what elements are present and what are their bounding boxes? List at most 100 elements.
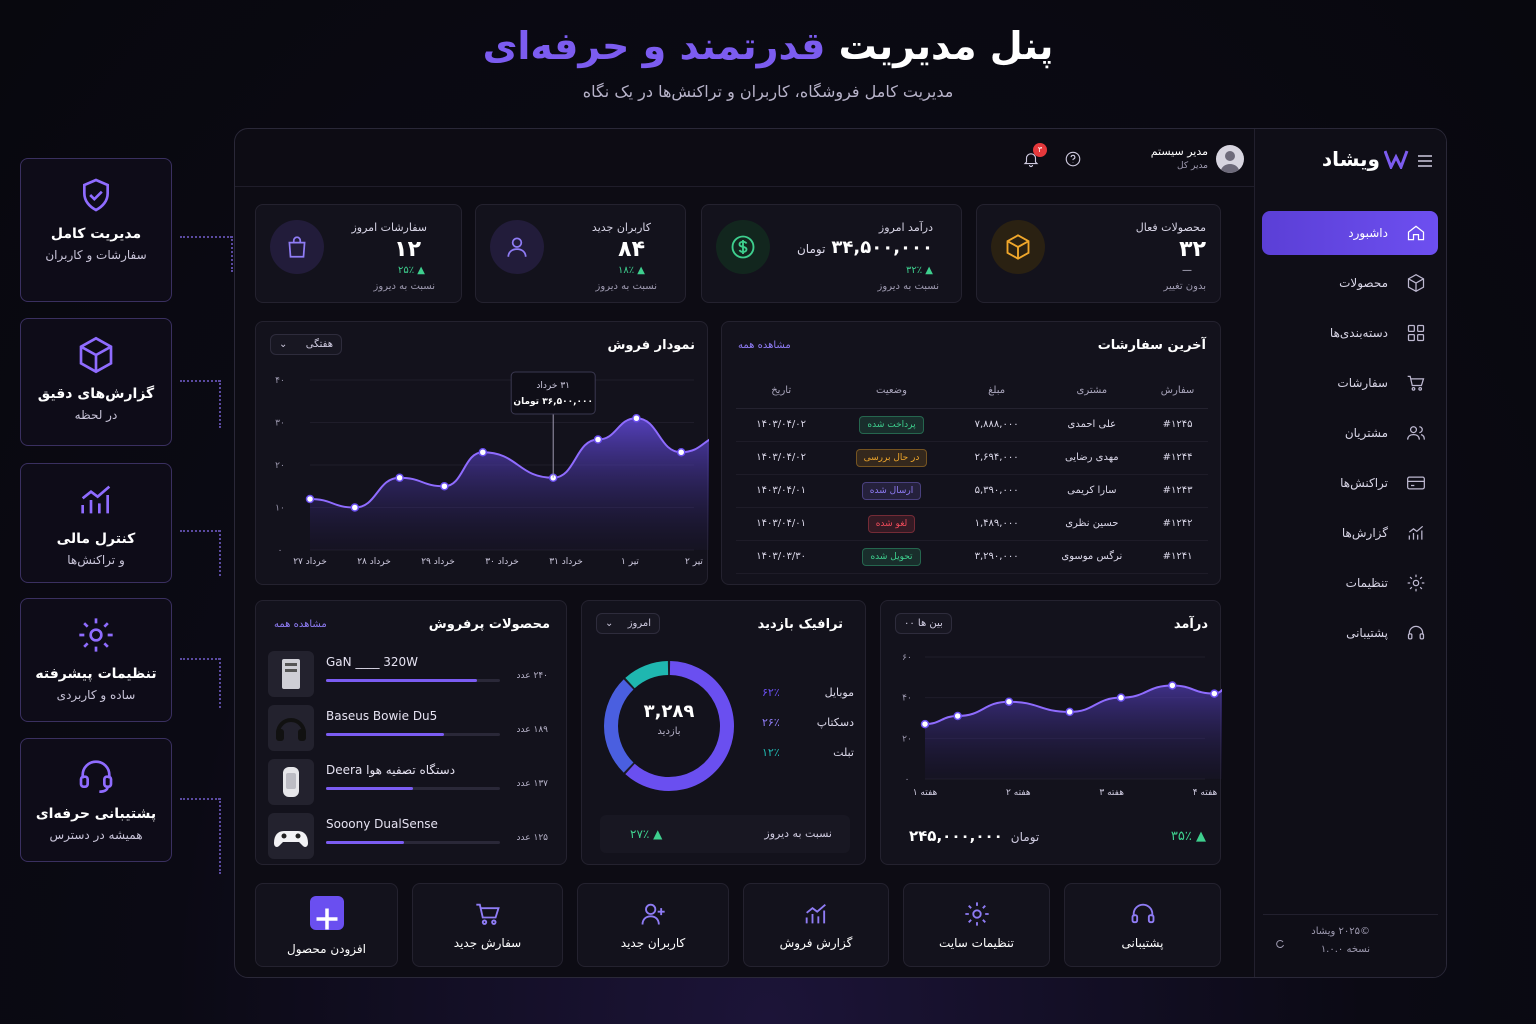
stat-card-revenue[interactable]: درآمد امروز ۳۴,۵۰۰,۰۰۰ تومان ▲ ۳۲٪ نسبت … [701,204,962,303]
quick-action-support[interactable]: پشتیبانی [1064,883,1221,967]
card-icon [1407,476,1425,490]
connector [180,658,220,660]
data-point [593,435,603,444]
status-badge: تحویل شده [862,547,921,566]
product-thumbnail [268,651,314,697]
stat-value: ۳۴,۵۰۰,۰۰۰ تومان [796,237,933,258]
cell-status: در حال بررسی [826,441,957,475]
cell-date: ۱۴۰۳/۰۴/۰۲ [736,441,827,475]
income-period-dropdown[interactable]: بین ها ۰۰ [895,613,952,634]
cell-id: #۱۲۴۵ [1147,408,1208,442]
feature-card-support: پشتیبانی حرفه‌ای همیشه در دسترس [20,738,172,862]
data-point [953,711,962,721]
menu-icon[interactable] [1418,155,1432,167]
x-tick-label: ۳۱ خرداد [549,557,583,567]
column-header[interactable]: سفارش [1147,374,1208,409]
table-row[interactable]: #۱۲۴۴ مهدی رضایی ۲,۶۹۴,۰۰۰ در حال بررسی ۱۴۰۳… [736,441,1208,475]
list-item[interactable]: GaN ____ 320W ۲۴۰ عدد [268,651,548,697]
connector [219,658,221,708]
bestsellers-title: محصولات پرفروش [428,617,550,632]
cell-amount: ۵,۳۹۰,۰۰۰ [956,474,1037,508]
cell-status: پرداخت شده [826,408,957,442]
x-tick-label: ۳۰ خرداد [485,557,519,567]
legend-item: تبلت ۱۲٪ [762,737,854,767]
traffic-period-dropdown[interactable]: امروز ⌄ [596,613,660,634]
box-icon [1006,234,1030,260]
grid-icon [1407,324,1425,342]
quick-action-sales-report[interactable]: گزارش فروش [743,883,889,967]
list-item[interactable]: Deera دستگاه تصفیه هوا ۱۳۷ عدد [268,759,548,805]
brand[interactable]: ویشاد [1322,147,1412,171]
traffic-legend: موبایل ۶۲٪ دسکتاپ ۲۶٪ تبلت ۱۲٪ [762,677,854,767]
bestsellers-card: محصولات پرفروش مشاهده همه GaN ____ 320W … [255,600,567,865]
income-total: تومان ۲۴۵,۰۰۰,۰۰۰ [909,827,1040,845]
x-tick-label: هفته ۳ [1099,788,1124,798]
tooltip-value: ۳۶,۵۰۰,۰۰۰ تومان [513,397,593,407]
refresh-icon[interactable] [1275,939,1285,949]
cell-id: #۱۲۴۱ [1147,540,1208,574]
connector [219,798,221,874]
dashboard-window: ویشاد داشبورد محصولات دسته‌بندی‌ها سفارش… [234,128,1447,978]
column-header[interactable]: تاریخ [736,374,827,409]
quick-action-add-product[interactable]: افزودن محصول [255,883,398,967]
quick-action-site-settings[interactable]: تنظیمات سایت [903,883,1050,967]
stat-card-users[interactable]: کاربران جدید ۸۴ ▲ ۱۸٪ نسبت به دیروز [475,204,686,303]
sidebar-item-categories[interactable]: دسته‌بندی‌ها [1262,311,1438,355]
area-fill [925,685,1222,779]
user-info[interactable]: مدیر سیستم مدیر کل [1151,145,1208,171]
help-icon[interactable] [1064,150,1082,168]
table-row[interactable]: #۱۲۴۱ نرگس موسوی ۳,۲۹۰,۰۰۰ تحویل شده ۱۴۰۳/۰۳… [736,540,1208,574]
stat-icon-wrap [716,220,770,274]
list-item[interactable]: Baseus Bowie Du5 ۱۸۹ عدد [268,705,548,751]
avatar[interactable] [1216,145,1244,173]
orders-view-all-link[interactable]: مشاهده همه [738,340,791,351]
status-badge: لغو شده [867,514,916,533]
table-row[interactable]: #۱۲۴۵ علی احمدی ۷,۸۸۸,۰۰۰ پرداخت شده ۱۴۰۳/۰۴… [736,408,1208,442]
quick-action-new-order[interactable]: سفارش جدید [412,883,563,967]
stat-icon-wrap [490,220,544,274]
data-point [440,482,449,491]
data-point [1116,693,1126,702]
y-tick-label: ۴۰ [275,376,285,386]
sidebar-item-transactions[interactable]: تراکنش‌ها [1262,461,1438,505]
cell-status: تحویل شده [826,540,957,574]
version-info: ©۲۰۲۵ ویشاد نسخه ۱.۰.۰ [1311,926,1370,955]
legend-label: تبلت [833,745,854,759]
box-icon [1407,273,1425,293]
chart-up-icon [81,485,111,514]
y-tick-label: ۴۰ [902,694,912,704]
feature-card-finance: کنترل مالی و تراکنش‌ها [20,463,172,583]
hero-subtitle: مدیریت کامل فروشگاه، کاربران و تراکنش‌ها… [582,82,954,101]
sidebar-item-reports[interactable]: گزارش‌ها [1262,511,1438,555]
table-row[interactable]: #۱۲۴۲ حسین نظری ۱,۴۸۹,۰۰۰ لغو شده ۱۴۰۳/۰۴/۰۱ [736,507,1208,541]
stat-icon-wrap [991,220,1045,274]
quick-action-new-users[interactable]: کاربران جدید [577,883,729,967]
chart-up-icon [805,903,826,924]
data-point [478,448,488,457]
notification-badge: ۳ [1033,143,1047,157]
list-item[interactable]: Sooony DualSense ۱۲۵ عدد [268,813,548,859]
sidebar-item-support[interactable]: پشتیبانی [1262,611,1438,655]
sidebar-item-dashboard[interactable]: داشبورد [1262,211,1438,255]
shopping-bag-icon [288,236,306,258]
stat-card-products[interactable]: محصولات فعال ۳۲ — بدون تغییر [976,204,1221,303]
column-header[interactable]: مشتری [1036,374,1148,409]
cell-status: ارسال شده [826,474,957,508]
sidebar-item-orders[interactable]: سفارشات [1262,361,1438,405]
sales-bar [326,733,500,736]
sidebar-item-customers[interactable]: مشتریان [1262,411,1438,455]
sales-bar [326,787,500,790]
sales-period-dropdown[interactable]: هفتگی ⌄ [270,334,342,355]
income-change: ▲ ۳۵٪ [1170,829,1206,844]
data-point [1004,697,1014,706]
bestsellers-view-all-link[interactable]: مشاهده همه [274,619,327,630]
income-title: درآمد [1173,617,1208,632]
column-header[interactable]: وضعیت [826,374,957,409]
stat-card-orders[interactable]: سفارشات امروز ۱۲ ▲ ۲۵٪ نسبت به دیروز [255,204,462,303]
sidebar-item-settings[interactable]: تنظیمات [1262,561,1438,605]
brand-logo-icon [1384,150,1409,169]
sidebar-item-products[interactable]: محصولات [1262,261,1438,305]
traffic-total: ۳,۲۸۹ بازدید [643,701,695,737]
table-row[interactable]: #۱۲۴۳ سارا کریمی ۵,۳۹۰,۰۰۰ ارسال شده ۱۴۰۳/۰۴… [736,474,1208,508]
column-header[interactable]: مبلغ [956,374,1037,409]
